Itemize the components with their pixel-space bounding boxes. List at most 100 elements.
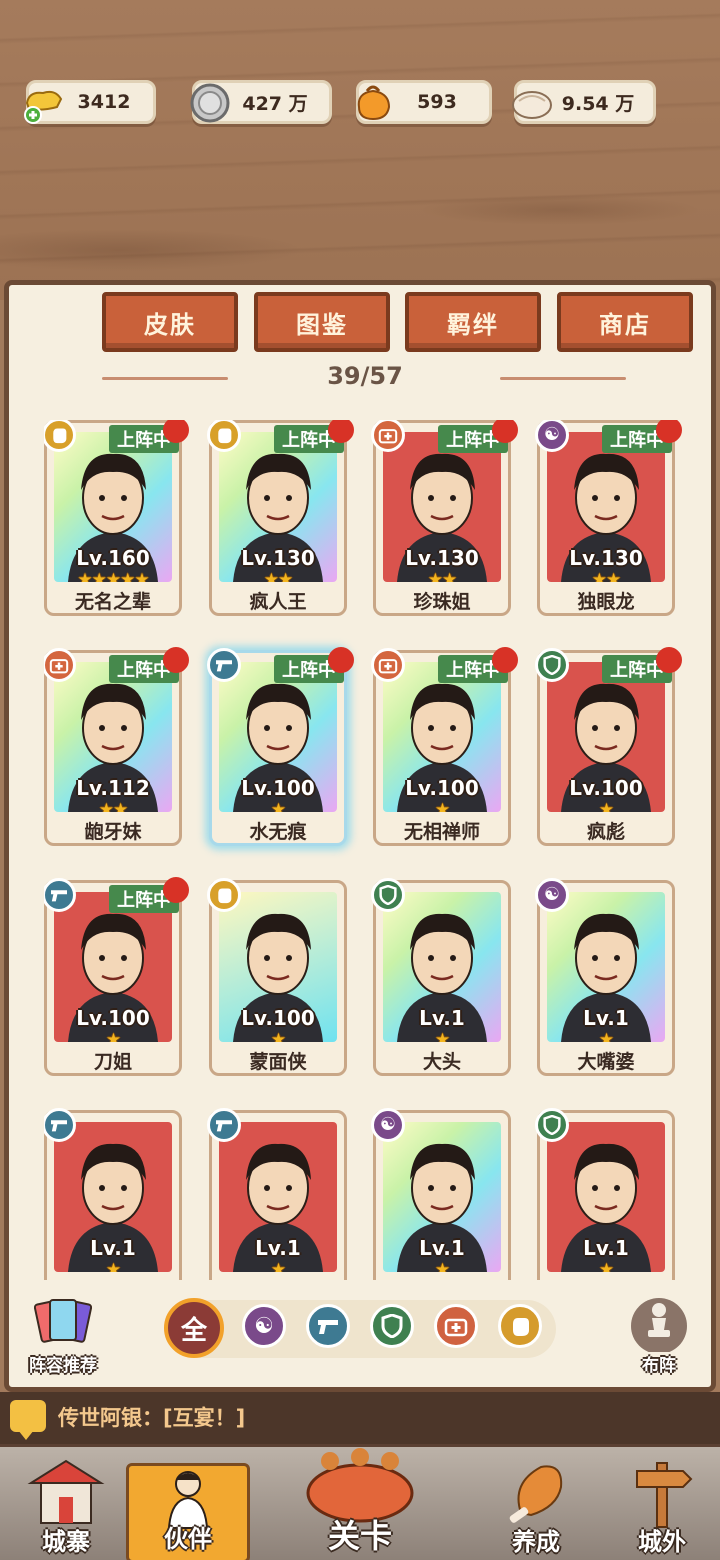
partner-portrait: Lv.1 ★ [219, 1122, 337, 1272]
star-rating: ★ [270, 1260, 286, 1272]
nav-fortress[interactable]: 城寨 [4, 1447, 128, 1560]
notification-dot-icon [656, 647, 682, 673]
partner-card[interactable]: Lv.100 ★ 疯彪 上阵中 [535, 647, 682, 846]
chat-bar[interactable]: 传世阿银：[互宴！] [0, 1392, 720, 1444]
gun-class-icon [207, 648, 241, 682]
nav-develop-label: 养成 [512, 1528, 560, 1556]
partner-level: Lv.100 [405, 776, 479, 800]
partner-level: Lv.130 [241, 546, 315, 570]
partner-card[interactable]: Lv.1 ★ [44, 1108, 182, 1280]
partner-portrait: Lv.1 ★ [383, 1122, 501, 1272]
gold-ingot-plus-icon[interactable] [19, 79, 69, 127]
partner-portrait: Lv.1 ★ [547, 892, 665, 1042]
partner-card[interactable]: Lv.100 ★ 水无痕 上阵中 [207, 647, 354, 846]
type-filter-bar: 全 ☯ [164, 1298, 556, 1358]
bun-resource[interactable]: 9.54 万 [512, 80, 656, 124]
partner-level: Lv.100 [569, 776, 643, 800]
notification-dot-icon [163, 877, 189, 903]
partner-level: Lv.1 [583, 1006, 629, 1030]
star-rating: ★★ [591, 570, 621, 582]
star-rating: ★★ [427, 570, 457, 582]
partner-level: Lv.100 [76, 1006, 150, 1030]
nav-stages-label: 关卡 [327, 1517, 392, 1555]
filter-all-button[interactable]: 全 [164, 1298, 224, 1358]
nav-develop[interactable]: 养成 [474, 1447, 598, 1560]
partner-name: 疯彪 [586, 821, 625, 843]
partner-card[interactable]: Lv.130 ★★ 疯人王 上阵中 [207, 420, 354, 616]
partner-level: Lv.130 [405, 546, 479, 570]
partner-name: 水无痕 [249, 821, 307, 843]
partner-name: 独眼龙 [577, 591, 635, 613]
formation-label: 布阵 [642, 1356, 676, 1376]
formation-button[interactable]: 布阵 [616, 1296, 702, 1376]
partner-name: 珍珠姐 [413, 591, 471, 613]
signpost-icon [636, 1462, 693, 1528]
nav-outside-label: 城外 [638, 1528, 686, 1556]
partner-card[interactable]: Lv.1 ★ 大嘴婆 ☯ [535, 878, 675, 1076]
partner-name: 疯人王 [249, 591, 307, 613]
partner-portrait: Lv.100 ★ [54, 892, 172, 1042]
medic-class-icon [371, 648, 405, 682]
notification-dot-icon [492, 647, 518, 673]
lineup-recommend-button[interactable]: 阵容推荐 [20, 1296, 106, 1376]
nav-partners[interactable]: 伙伴 [126, 1463, 250, 1560]
filter-medic-icon[interactable] [434, 1304, 478, 1348]
star-rating: ★ [434, 800, 450, 812]
nav-outside[interactable]: 城外 [600, 1447, 720, 1560]
gold-value: 3412 [77, 91, 131, 113]
partner-card[interactable]: Lv.100 ★ 蒙面侠 [207, 878, 347, 1076]
gun-class-icon [207, 1108, 241, 1142]
partner-portrait: Lv.130 ★★ [219, 432, 337, 582]
partner-portrait: Lv.1 ★ [547, 1122, 665, 1272]
gold-resource[interactable]: 3412 [24, 80, 156, 124]
nav-stages[interactable]: 关卡 [280, 1447, 440, 1560]
drumstick-icon [509, 1465, 563, 1523]
orange-bag-icon [349, 79, 399, 127]
partner-portrait: Lv.130 ★★ [547, 432, 665, 582]
partner-card[interactable]: Lv.160 ★★★★★ 无名之辈 上阵中 [44, 420, 189, 616]
filter-shield-icon[interactable] [370, 1304, 414, 1348]
partner-name: 大嘴婆 [577, 1051, 635, 1073]
partner-card[interactable]: Lv.1 ★ [535, 1108, 675, 1280]
star-rating: ★ [105, 1260, 121, 1272]
silver-value: 427 万 [242, 92, 308, 115]
tab-skin[interactable]: 皮肤 [102, 292, 238, 352]
bun-value: 9.54 万 [561, 92, 635, 115]
partner-level: Lv.1 [90, 1236, 136, 1260]
filter-yinyang-icon[interactable]: ☯ [242, 1304, 286, 1348]
tab-shop[interactable]: 商店 [557, 292, 693, 352]
star-rating: ★ [434, 1030, 450, 1042]
partner-card[interactable]: Lv.1 ★ [207, 1108, 347, 1280]
partner-card[interactable]: Lv.1 ★ 大头 [371, 878, 511, 1076]
partner-name: 蒙面侠 [249, 1051, 307, 1073]
bag-resource[interactable]: 593 [356, 80, 492, 124]
filter-fist-icon[interactable] [498, 1304, 542, 1348]
partner-level: Lv.1 [583, 1236, 629, 1260]
lineup-recommend-label: 阵容推荐 [29, 1356, 97, 1376]
star-rating: ★★★★★ [77, 570, 149, 582]
star-rating: ★ [598, 800, 614, 812]
partner-portrait: Lv.100 ★ [219, 662, 337, 812]
partner-portrait: Lv.160 ★★★★★ [54, 432, 172, 582]
partner-card[interactable]: Lv.130 ★★ 独眼龙 ☯ 上阵中 [535, 420, 682, 616]
nav-partners-label: 伙伴 [164, 1525, 212, 1553]
partner-card[interactable]: Lv.1 ★ ☯ [371, 1108, 511, 1280]
filter-gun-icon[interactable] [306, 1304, 350, 1348]
tab-bond[interactable]: 羁绊 [405, 292, 541, 352]
tab-codex[interactable]: 图鉴 [254, 292, 390, 352]
shield-class-icon [371, 878, 405, 912]
bag-value: 593 [417, 91, 457, 113]
collection-counter-row: 39/57 [100, 360, 630, 396]
partner-card[interactable]: Lv.112 ★★ 龅牙妹 上阵中 [44, 647, 189, 846]
wood-background [0, 0, 720, 300]
partner-portrait: Lv.112 ★★ [54, 662, 172, 812]
partner-card[interactable]: Lv.130 ★★ 珍珠姐 上阵中 [371, 420, 518, 616]
fist-class-icon [207, 878, 241, 912]
tab-row: 皮肤 图鉴 羁绊 商店 [100, 292, 696, 354]
partner-card[interactable]: Lv.100 ★ 无相禅师 上阵中 [371, 647, 518, 846]
partner-card[interactable]: Lv.100 ★ 刀姐 上阵中 [44, 877, 189, 1076]
partner-name: 无名之辈 [74, 591, 151, 613]
notification-dot-icon [163, 647, 189, 673]
silver-resource[interactable]: 427 万 [190, 80, 332, 124]
chat-bubble-icon [10, 1400, 46, 1440]
